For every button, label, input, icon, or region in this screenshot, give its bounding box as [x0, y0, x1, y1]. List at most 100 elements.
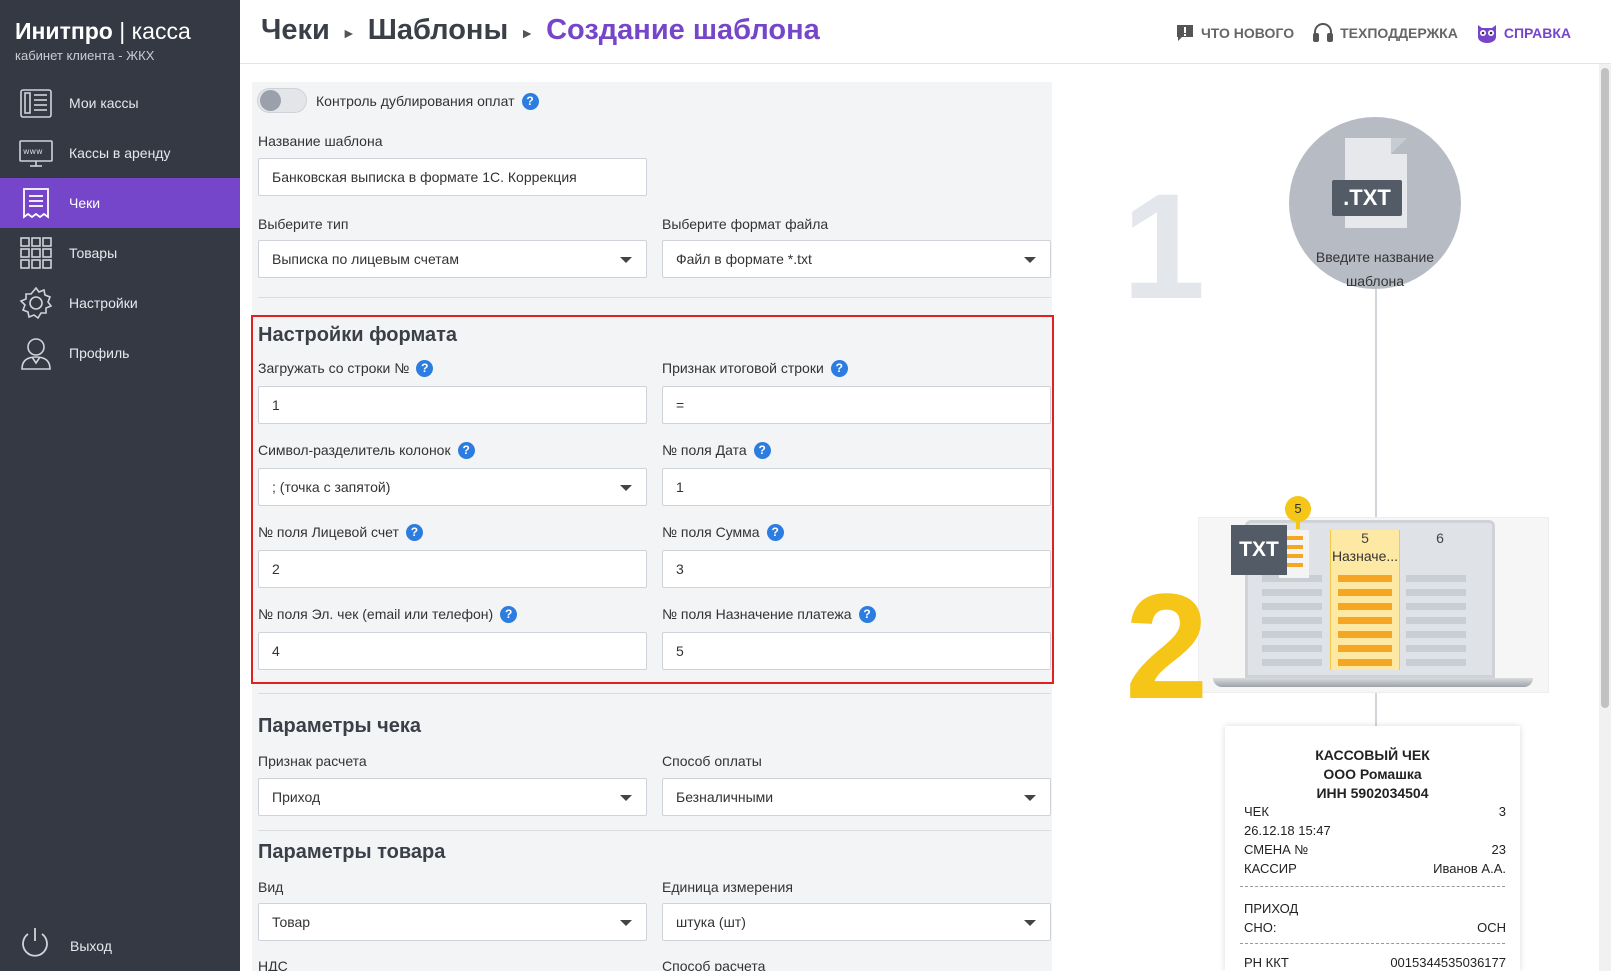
- user-icon: [17, 334, 55, 372]
- sum-field-input[interactable]: 3: [662, 550, 1051, 588]
- total-marker-label: Признак итоговой строки?: [662, 360, 848, 377]
- power-icon: [17, 925, 53, 966]
- help-icon[interactable]: ?: [500, 606, 518, 623]
- chevron-down-icon: [1024, 257, 1036, 263]
- calc-sign-value: Приход: [272, 789, 321, 805]
- table-row-bar: [1406, 603, 1466, 610]
- product-params-title: Параметры товара: [258, 841, 446, 863]
- column-6-header: 6: [1436, 530, 1444, 546]
- gear-icon: [17, 284, 55, 322]
- calc-sign-label: Признак расчета: [258, 753, 367, 769]
- help-icon[interactable]: ?: [521, 93, 539, 110]
- table-row-bar: [1262, 645, 1322, 652]
- receipt-row-label: РН ККТ: [1244, 955, 1289, 970]
- date-field-label-text: № поля Дата: [662, 442, 747, 458]
- sidebar-item-goods[interactable]: Товары: [0, 228, 240, 278]
- column-5-header: 5: [1361, 530, 1369, 546]
- table-row-bar: [1406, 617, 1466, 624]
- date-field-input[interactable]: 1: [662, 468, 1051, 506]
- help-icon[interactable]: ?: [830, 360, 848, 377]
- sidebar-item-label: Мои кассы: [69, 95, 139, 111]
- echeck-field-input[interactable]: 4: [258, 632, 647, 670]
- header-links: ЧТО НОВОГО ТЕХПОДДЕРЖКА СПРАВКА: [1157, 22, 1571, 44]
- table-row-bar: [1338, 575, 1392, 582]
- brand-sep: |: [112, 18, 132, 44]
- payment-method-select[interactable]: Безналичными: [662, 778, 1051, 816]
- type-label: Выберите тип: [258, 216, 349, 232]
- brand-name-bold: Инитпро: [15, 18, 113, 44]
- sidebar-item-settings[interactable]: Настройки: [0, 278, 240, 328]
- echeck-field-label-text: № поля Эл. чек (email или телефон): [258, 606, 494, 622]
- circle-caption: Введите название шаблона: [1300, 245, 1450, 293]
- sidebar-item-label: Профиль: [69, 345, 130, 361]
- divider: [258, 297, 1051, 298]
- receipt-inn: ИНН 5902034504: [1316, 785, 1429, 801]
- sidebar-item-rent-registers[interactable]: www Кассы в аренду: [0, 128, 240, 178]
- txt-file-tag: .TXT: [1332, 180, 1402, 216]
- calc-sign-select[interactable]: Приход: [258, 778, 647, 816]
- help-icon[interactable]: ?: [766, 524, 784, 541]
- help-icon[interactable]: ?: [858, 606, 876, 623]
- brand-name: Инитпро | касса: [15, 18, 191, 45]
- file-format-label: Выберите формат файла: [662, 216, 829, 232]
- receipt-row-value: 3: [1498, 804, 1506, 819]
- brand-name-thin: касса: [131, 18, 191, 44]
- help-icon[interactable]: ?: [753, 442, 771, 459]
- file-format-select[interactable]: Файл в формате *.txt: [662, 240, 1051, 278]
- table-row-bar: [1338, 645, 1392, 652]
- duplicate-control-label: Контроль дублирования оплат?: [316, 93, 539, 110]
- column-5-cell: Назначе...: [1331, 548, 1399, 564]
- chevron-right-icon: ►: [341, 24, 356, 41]
- table-row-bar: [1262, 617, 1322, 624]
- help-link[interactable]: СПРАВКА: [1476, 23, 1571, 43]
- whats-new-link[interactable]: ЧТО НОВОГО: [1175, 23, 1294, 43]
- help-icon[interactable]: ?: [416, 360, 434, 377]
- start-row-value: 1: [272, 397, 280, 413]
- owl-icon: [1476, 23, 1498, 43]
- logout-button[interactable]: Выход: [17, 925, 112, 966]
- sidebar-item-checks[interactable]: Чеки: [0, 178, 240, 228]
- delimiter-label: Символ-разделитель колонок?: [258, 442, 475, 459]
- kind-select[interactable]: Товар: [258, 903, 647, 941]
- news-icon: [1175, 23, 1195, 43]
- purpose-field-label: № поля Назначение платежа?: [662, 606, 876, 623]
- circle-caption-line-2: шаблона: [1345, 273, 1405, 289]
- help-icon[interactable]: ?: [405, 524, 423, 541]
- receipt-row-label: ЧЕК: [1244, 804, 1269, 819]
- scrollbar-thumb[interactable]: [1601, 68, 1609, 708]
- template-name-input[interactable]: Банковская выписка в формате 1С. Коррекц…: [258, 158, 647, 196]
- breadcrumb-checks[interactable]: Чеки: [261, 14, 330, 47]
- support-link[interactable]: ТЕХПОДДЕРЖКА: [1312, 22, 1458, 44]
- start-row-input[interactable]: 1: [258, 386, 647, 424]
- date-field-value: 1: [676, 479, 684, 495]
- page-scrollbar[interactable]: [1599, 64, 1611, 971]
- sidebar-item-my-registers[interactable]: Мои кассы: [0, 78, 240, 128]
- file-fold: [1391, 138, 1407, 154]
- sidebar: Инитпро | касса кабинет клиента - ЖКХ Мо…: [0, 0, 240, 971]
- echeck-field-value: 4: [272, 643, 280, 659]
- total-marker-input[interactable]: =: [662, 386, 1051, 424]
- duplicate-control-toggle[interactable]: [257, 88, 307, 113]
- purpose-field-input[interactable]: 5: [662, 632, 1051, 670]
- brand: Инитпро | касса кабинет клиента - ЖКХ: [15, 18, 191, 63]
- svg-text:www: www: [23, 147, 43, 156]
- date-field-label: № поля Дата?: [662, 442, 771, 459]
- kind-value: Товар: [272, 914, 311, 930]
- sidebar-item-label: Кассы в аренду: [69, 145, 171, 161]
- sidebar-item-profile[interactable]: Профиль: [0, 328, 240, 378]
- account-field-input[interactable]: 2: [258, 550, 647, 588]
- help-icon[interactable]: ?: [457, 442, 475, 459]
- toggle-label-text: Контроль дублирования оплат: [316, 93, 515, 109]
- file-format-value: Файл в формате *.txt: [676, 251, 812, 267]
- connector-line: [1375, 289, 1377, 529]
- breadcrumb-templates[interactable]: Шаблоны: [368, 14, 509, 47]
- delimiter-select[interactable]: ; (точка с запятой): [258, 468, 647, 506]
- total-marker-label-text: Признак итоговой строки: [662, 360, 824, 376]
- chevron-down-icon: [620, 485, 632, 491]
- account-field-label: № поля Лицевой счет?: [258, 524, 423, 541]
- help-label: СПРАВКА: [1503, 25, 1571, 41]
- unit-select[interactable]: штука (шт): [662, 903, 1051, 941]
- txt-page-line: [1287, 545, 1303, 549]
- type-select[interactable]: Выписка по лицевым счетам: [258, 240, 647, 278]
- table-row-bar: [1406, 645, 1466, 652]
